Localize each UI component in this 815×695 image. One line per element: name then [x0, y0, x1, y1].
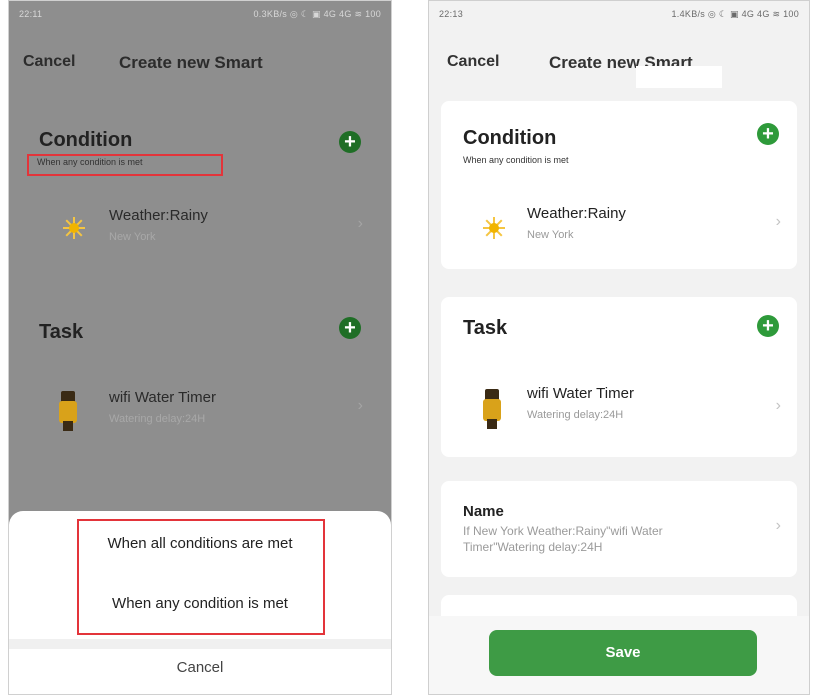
status-icons: 1.4KB/s ◎ ☾ ▣ 4G 4G ≋ 100 — [671, 9, 799, 19]
task-title: Task — [39, 321, 84, 343]
task-item-title[interactable]: wifi Water Timer — [527, 385, 634, 402]
status-time: 22:11 — [19, 9, 43, 19]
chevron-right-icon[interactable]: › — [776, 517, 781, 535]
status-bar: 22:13 1.4KB/s ◎ ☾ ▣ 4G 4G ≋ 100 — [429, 1, 809, 29]
redaction-patch — [636, 66, 722, 88]
sheet-cancel-button[interactable]: Cancel — [9, 659, 391, 676]
add-task-plus-icon[interactable]: + — [757, 315, 779, 337]
status-icons: 0.3KB/s ◎ ☾ ▣ 4G 4G ≋ 100 — [253, 9, 381, 19]
add-condition-plus-icon[interactable]: + — [757, 123, 779, 145]
condition-item-title[interactable]: Weather:Rainy — [527, 205, 626, 222]
right-phone-screen: 22:13 1.4KB/s ◎ ☾ ▣ 4G 4G ≋ 100 Cancel C… — [428, 0, 810, 695]
water-timer-icon — [57, 391, 79, 431]
sun-icon — [63, 217, 85, 239]
page-title: Create new Smart — [119, 53, 263, 72]
cancel-button[interactable]: Cancel — [23, 53, 75, 71]
nav-bar: Cancel Create new Smart — [429, 47, 809, 77]
divider — [9, 639, 391, 649]
condition-item-subtitle: New York — [527, 229, 574, 241]
condition-mode-selector[interactable]: When any condition is met — [463, 155, 569, 165]
task-title: Task — [463, 317, 508, 339]
name-card[interactable]: Name If New York Weather:Rainy"wifi Wate… — [441, 481, 797, 577]
chevron-right-icon[interactable]: › — [776, 397, 781, 415]
add-condition-plus-icon[interactable]: + — [339, 131, 361, 153]
chevron-right-icon[interactable]: › — [358, 215, 363, 233]
highlight-box — [27, 154, 223, 176]
chevron-right-icon[interactable]: › — [776, 213, 781, 231]
condition-card: Condition When any condition is met + We… — [441, 101, 797, 269]
task-item-subtitle: Watering delay:24H — [527, 409, 624, 421]
left-phone-screen: 22:11 0.3KB/s ◎ ☾ ▣ 4G 4G ≋ 100 Cancel C… — [8, 0, 392, 695]
condition-item-subtitle: New York — [109, 231, 156, 243]
task-card: Task + wifi Water Timer Watering delay:2… — [441, 297, 797, 457]
add-task-plus-icon[interactable]: + — [339, 317, 361, 339]
task-item-title[interactable]: wifi Water Timer — [109, 389, 216, 406]
nav-bar: Cancel Create new Smart — [9, 47, 391, 77]
status-bar: 22:11 0.3KB/s ◎ ☾ ▣ 4G 4G ≋ 100 — [9, 1, 391, 29]
condition-card: Condition When any condition is met + We… — [21, 113, 379, 265]
condition-title: Condition — [39, 129, 133, 151]
task-item-subtitle: Watering delay:24H — [109, 413, 206, 425]
save-bar: Save — [429, 616, 809, 694]
status-time: 22:13 — [439, 9, 464, 19]
chevron-right-icon[interactable]: › — [358, 397, 363, 415]
save-button[interactable]: Save — [489, 630, 757, 676]
water-timer-icon — [481, 389, 503, 429]
condition-title: Condition — [463, 127, 557, 149]
cancel-button[interactable]: Cancel — [447, 53, 499, 71]
name-value-line1: If New York Weather:Rainy"wifi Water — [463, 524, 663, 538]
highlight-box — [77, 519, 325, 635]
name-value-line2: Timer"Watering delay:24H — [463, 540, 603, 554]
sun-icon — [483, 217, 505, 239]
task-card: Task + wifi Water Timer Watering delay:2… — [21, 301, 379, 441]
name-label: Name — [463, 503, 504, 520]
condition-item-title[interactable]: Weather:Rainy — [109, 207, 208, 224]
